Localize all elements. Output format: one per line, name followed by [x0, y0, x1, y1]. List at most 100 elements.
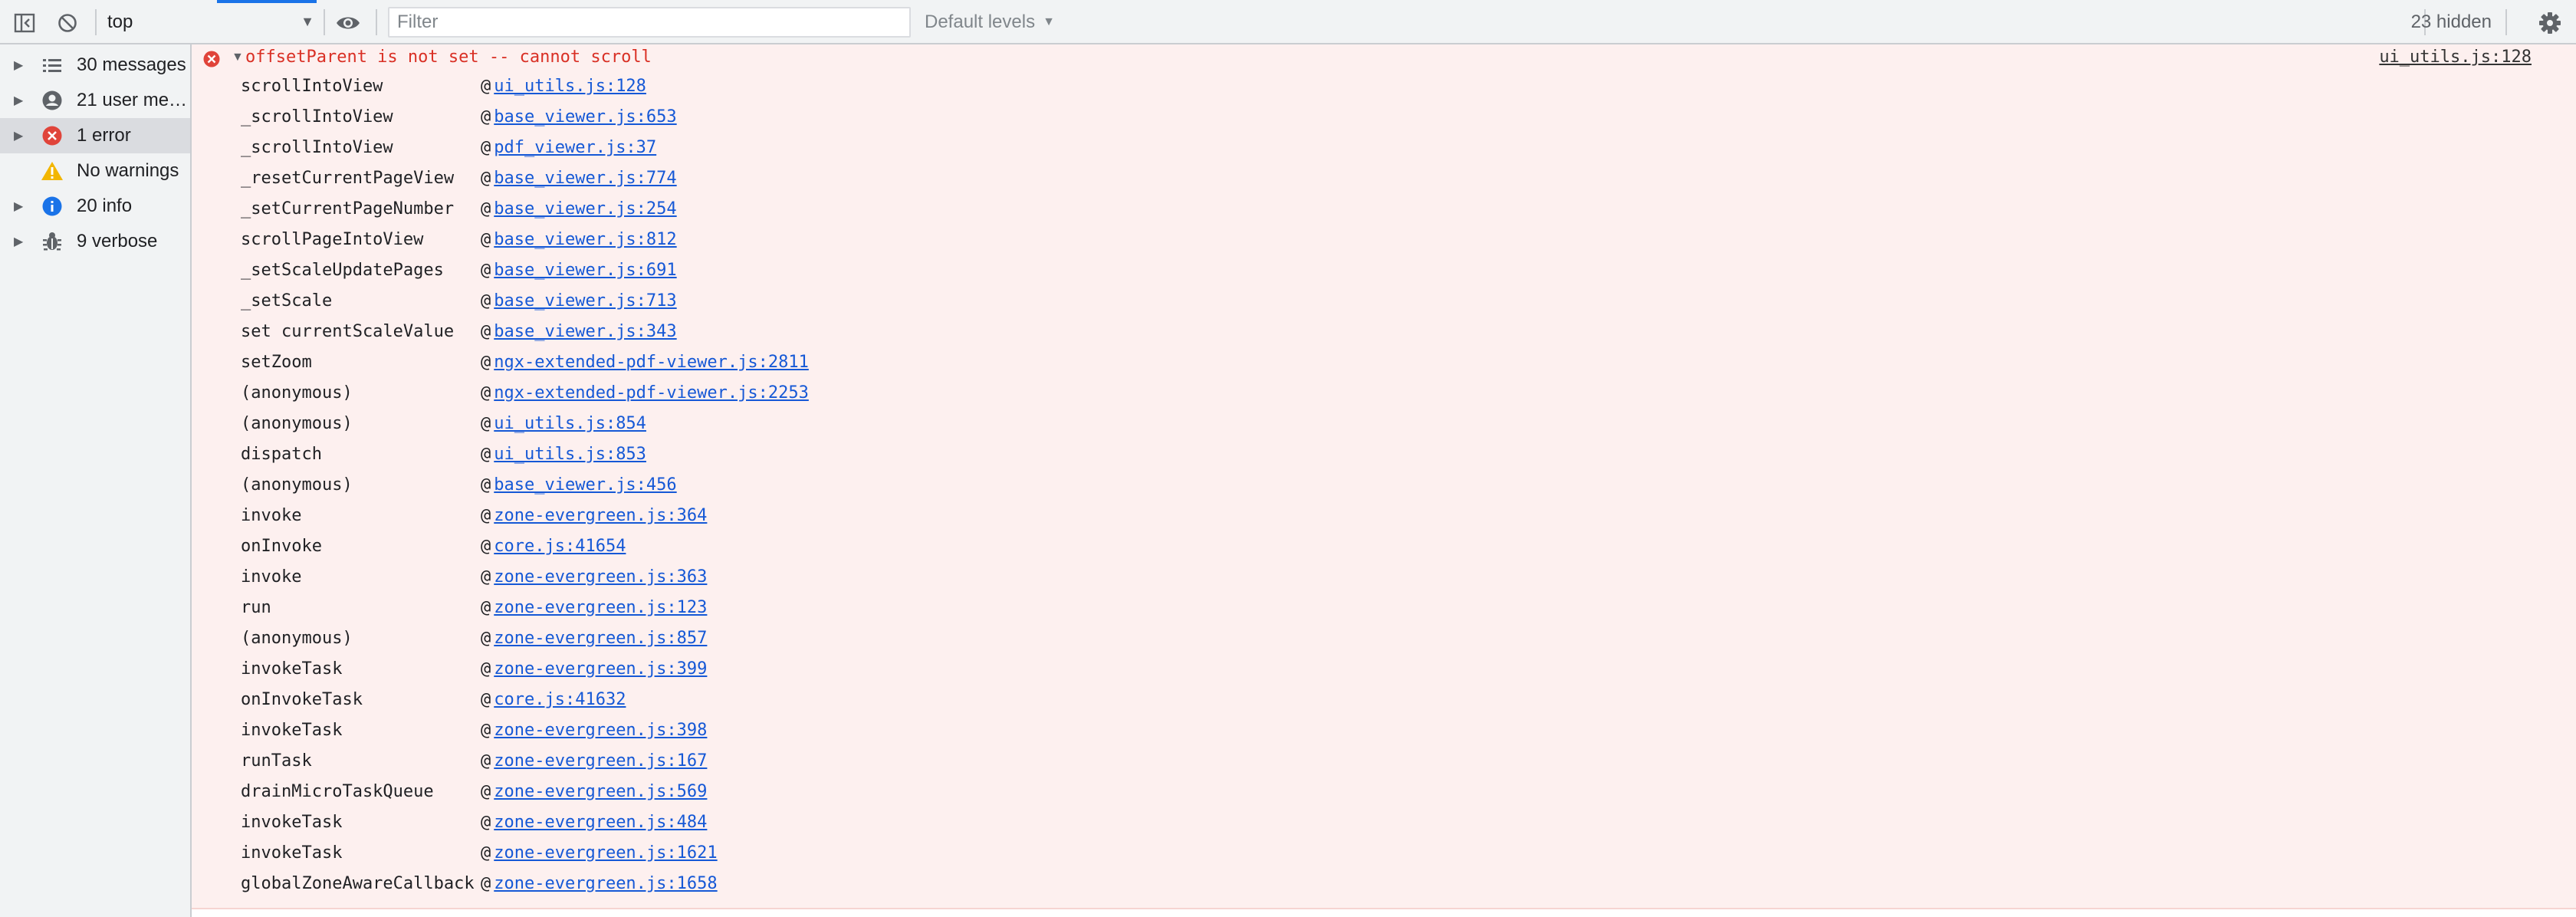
stack-frame-at: @ [481, 383, 491, 403]
stack-trace: scrollIntoView @ ui_utils.js:128 _scrollInt… [241, 71, 809, 899]
stack-frame-source-link[interactable]: base_viewer.js:254 [494, 199, 676, 219]
stack-frame-function: _setScaleUpdatePages [241, 260, 444, 280]
sidebar-item-label: 20 info [77, 196, 133, 216]
stack-frame-at: @ [481, 597, 491, 617]
stack-frame: _setCurrentPageNumber @ base_viewer.js:254 [241, 193, 809, 224]
stack-frame-at: @ [481, 873, 491, 893]
stack-frame-source-link[interactable]: zone-evergreen.js:857 [494, 629, 707, 648]
warning-icon [40, 159, 64, 183]
stack-frame: onInvoke @ core.js:41654 [241, 531, 809, 561]
stack-frame-source-link[interactable]: base_viewer.js:691 [494, 261, 676, 280]
stack-frame-source-link[interactable]: ngx-extended-pdf-viewer.js:2253 [494, 383, 809, 403]
stack-frame-source-link[interactable]: base_viewer.js:713 [494, 291, 676, 311]
active-tab-indicator [217, 0, 317, 3]
toolbar-divider [95, 9, 97, 35]
stack-frame-source-link[interactable]: zone-evergreen.js:167 [494, 751, 707, 771]
stack-frame: _setScale @ base_viewer.js:713 [241, 285, 809, 316]
stack-frame-source-link[interactable]: base_viewer.js:812 [494, 230, 676, 249]
stack-frame-function: invokeTask [241, 659, 343, 679]
stack-frame-at: @ [481, 689, 491, 709]
collapse-triangle-icon[interactable]: ▼ [232, 51, 244, 64]
stack-frame-source-link[interactable]: zone-evergreen.js:364 [494, 506, 707, 525]
stack-frame-source-link[interactable]: zone-evergreen.js:123 [494, 598, 707, 617]
stack-frame-source-link[interactable]: zone-evergreen.js:569 [494, 782, 707, 801]
sidebar-item-errors[interactable]: ▶ 1 error [0, 118, 190, 153]
info-icon [40, 194, 64, 219]
stack-frame: _scrollIntoView @ base_viewer.js:653 [241, 101, 809, 132]
stack-frame-source-link[interactable]: ui_utils.js:128 [494, 77, 646, 96]
stack-frame-at: @ [481, 321, 491, 341]
hidden-messages-count: 23 hidden [2410, 12, 2492, 32]
expand-triangle-icon[interactable]: ▶ [14, 234, 29, 249]
stack-frame: globalZoneAwareCallback @ zone-evergreen.j… [241, 868, 809, 899]
stack-frame: (anonymous) @ zone-evergreen.js:857 [241, 623, 809, 653]
stack-frame-function: invokeTask [241, 720, 343, 740]
sidebar-item-info[interactable]: ▶ 20 info [0, 189, 190, 224]
stack-frame-at: @ [481, 628, 491, 648]
sidebar-item-label: 30 messages [77, 54, 186, 75]
stack-frame-source-link[interactable]: pdf_viewer.js:37 [494, 138, 656, 157]
stack-frame: (anonymous) @ ngx-extended-pdf-viewer.js:2… [241, 377, 809, 408]
stack-frame-source-link[interactable]: base_viewer.js:774 [494, 169, 676, 188]
eye-icon[interactable] [336, 11, 360, 35]
stack-frame: _setScaleUpdatePages @ base_viewer.js:691 [241, 255, 809, 285]
stack-frame-source-link[interactable]: ui_utils.js:854 [494, 414, 646, 433]
stack-frame-source-link[interactable]: zone-evergreen.js:363 [494, 567, 707, 587]
console-toolbar: top ▼ Default levels ▼ 23 hidden [0, 0, 2576, 44]
stack-frame-function: (anonymous) [241, 475, 353, 495]
stack-frame-at: @ [481, 168, 491, 188]
stack-frame-function: set currentScaleValue [241, 321, 455, 341]
stack-frame-at: @ [481, 444, 491, 464]
stack-frame-function: (anonymous) [241, 413, 353, 433]
stack-frame-source-link[interactable]: ui_utils.js:853 [494, 445, 646, 464]
log-levels-dropdown[interactable]: Default levels ▼ [925, 9, 1055, 35]
stack-frame-at: @ [481, 751, 491, 771]
toolbar-divider [2505, 9, 2507, 35]
stack-frame-source-link[interactable]: zone-evergreen.js:399 [494, 659, 707, 679]
stack-frame-source-link[interactable]: ngx-extended-pdf-viewer.js:2811 [494, 353, 809, 372]
stack-frame-function: dispatch [241, 444, 322, 464]
sidebar-item-warnings[interactable]: No warnings [0, 153, 190, 189]
user-icon [40, 88, 64, 113]
filter-input[interactable] [388, 7, 911, 38]
stack-frame-function: _scrollIntoView [241, 107, 393, 127]
stack-frame: invokeTask @ zone-evergreen.js:398 [241, 715, 809, 745]
stack-frame-function: invoke [241, 505, 302, 525]
stack-frame-source-link[interactable]: zone-evergreen.js:1658 [494, 874, 717, 893]
expand-triangle-icon[interactable]: ▶ [14, 199, 29, 214]
stack-frame-at: @ [481, 107, 491, 127]
sidebar-item-user-messages[interactable]: ▶ 21 user me… [0, 83, 190, 118]
stack-frame-source-link[interactable]: zone-evergreen.js:398 [494, 721, 707, 740]
stack-frame: run @ zone-evergreen.js:123 [241, 592, 809, 623]
stack-frame-at: @ [481, 781, 491, 801]
expand-triangle-icon[interactable]: ▶ [14, 58, 29, 73]
sidebar-toggle-icon[interactable] [12, 11, 37, 35]
clear-console-icon[interactable] [55, 11, 80, 35]
stack-frame-source-link[interactable]: core.js:41654 [494, 537, 626, 556]
stack-frame-source-link[interactable]: base_viewer.js:456 [494, 475, 676, 495]
stack-frame-source-link[interactable]: zone-evergreen.js:1621 [494, 843, 717, 863]
toolbar-divider [376, 9, 377, 35]
stack-frame-source-link[interactable]: zone-evergreen.js:484 [494, 813, 707, 832]
gear-icon[interactable] [2538, 11, 2562, 35]
stack-frame-source-link[interactable]: base_viewer.js:343 [494, 322, 676, 341]
error-source-link[interactable]: ui_utils.js:128 [2379, 48, 2532, 67]
stack-frame-at: @ [481, 199, 491, 219]
expand-triangle-icon[interactable]: ▶ [14, 93, 29, 108]
sidebar-item-verbose[interactable]: ▶ 9 verbose [0, 224, 190, 259]
stack-frame-function: scrollIntoView [241, 76, 383, 96]
stack-frame-source-link[interactable]: base_viewer.js:653 [494, 107, 676, 127]
context-selector[interactable]: top ▼ [107, 8, 314, 37]
stack-frame-at: @ [481, 812, 491, 832]
stack-frame-function: invokeTask [241, 843, 343, 863]
sidebar-item-messages[interactable]: ▶ 30 messages [0, 48, 190, 83]
stack-frame-source-link[interactable]: core.js:41632 [494, 690, 626, 709]
stack-frame-at: @ [481, 659, 491, 679]
error-text[interactable]: offsetParent is not set -- cannot scroll [245, 48, 652, 67]
stack-frame-function: scrollPageIntoView [241, 229, 424, 249]
dropdown-triangle-icon: ▼ [1043, 15, 1055, 28]
stack-frame: invoke @ zone-evergreen.js:364 [241, 500, 809, 531]
stack-frame-at: @ [481, 291, 491, 311]
stack-frame-at: @ [481, 229, 491, 249]
expand-triangle-icon[interactable]: ▶ [14, 128, 29, 143]
